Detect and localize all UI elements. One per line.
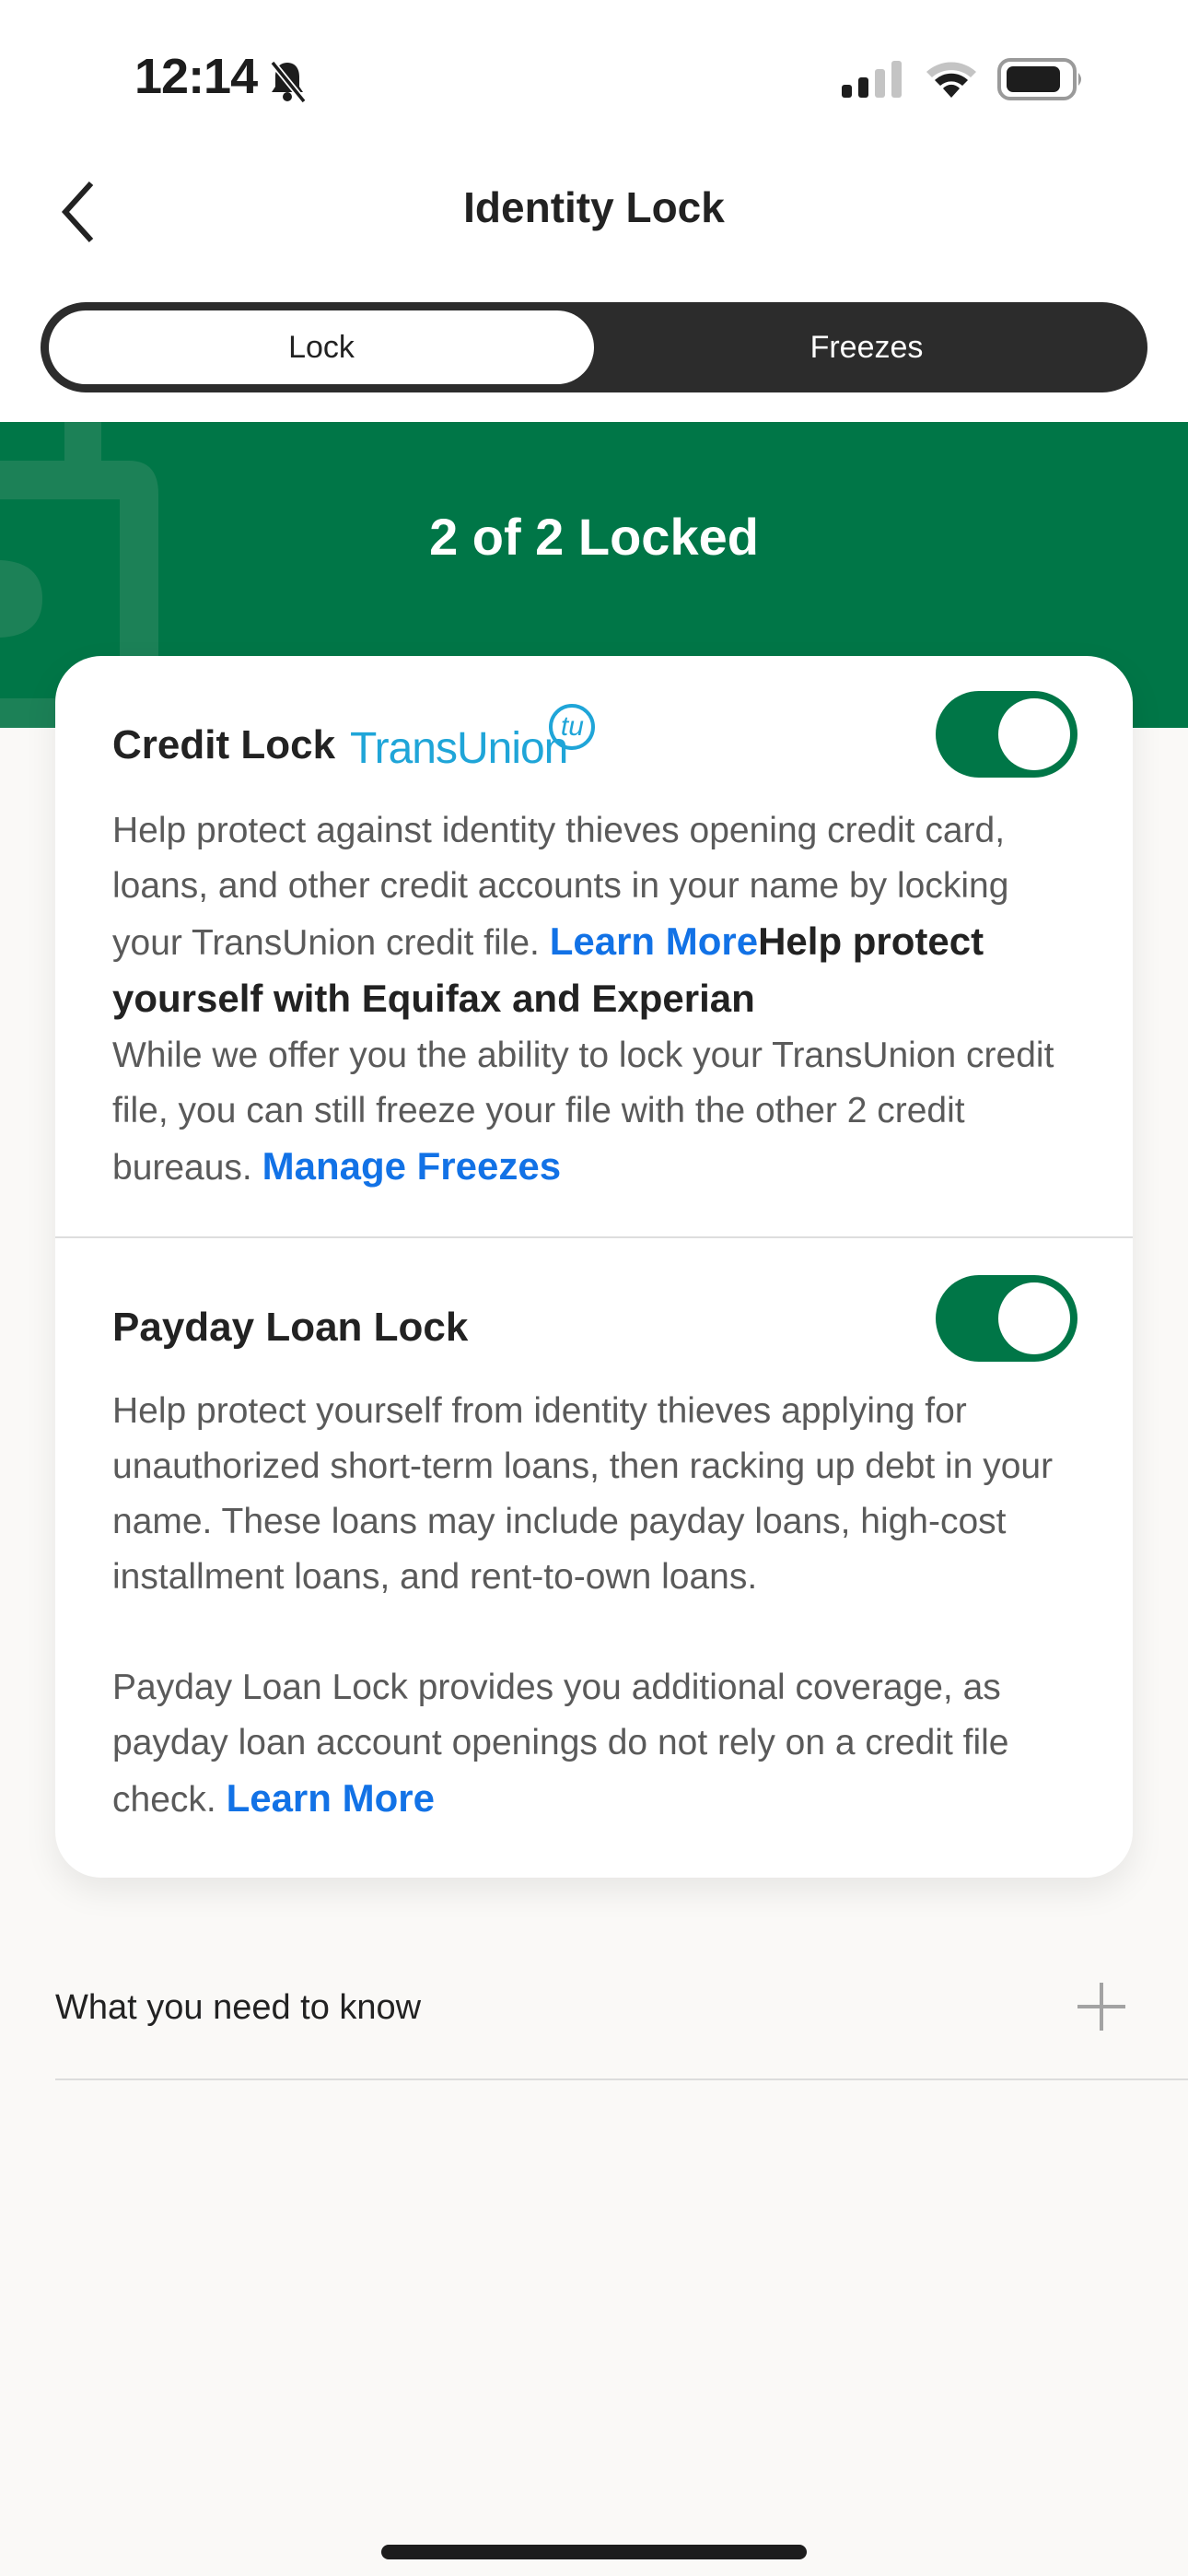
credit-lock-header: Credit Lock TransUnion tu — [112, 704, 596, 787]
navigation-bar: Identity Lock — [0, 157, 1188, 267]
what-you-need-to-know-accordion[interactable]: What you need to know — [55, 1944, 1188, 2080]
battery-icon — [997, 58, 1081, 100]
manage-freezes-link[interactable]: Manage Freezes — [262, 1144, 561, 1188]
payday-lock-title: Payday Loan Lock — [112, 1305, 469, 1350]
credit-lock-text-2: While we offer you the ability to lock y… — [112, 1036, 1054, 1188]
credit-lock-toggle[interactable] — [936, 691, 1077, 778]
home-indicator[interactable] — [381, 2545, 807, 2559]
tab-freezes[interactable]: Freezes — [594, 310, 1139, 384]
page-title: Identity Lock — [463, 183, 725, 231]
payday-learn-more-link[interactable]: Learn More — [227, 1776, 435, 1820]
plus-icon[interactable] — [1076, 1981, 1127, 2032]
payday-lock-text-1: Help protect yourself from identity thie… — [112, 1391, 1054, 1597]
payday-lock-toggle[interactable] — [936, 1275, 1077, 1362]
wifi-icon — [926, 62, 976, 98]
transunion-badge-icon: tu — [549, 704, 596, 750]
transunion-logo: TransUnion tu — [350, 704, 596, 787]
status-time: 12:14 — [134, 49, 258, 104]
payday-lock-description: Help protect yourself from identity thie… — [112, 1384, 1076, 1828]
credit-lock-section: Credit Lock TransUnion tu Help protect a… — [55, 656, 1133, 1236]
credit-lock-title: Credit Lock — [112, 722, 336, 767]
payday-loan-lock-section: Payday Loan Lock Help protect yourself f… — [55, 1236, 1133, 1878]
status-bar: 12:14 — [0, 0, 1188, 157]
credit-lock-description: Help protect against identity thieves op… — [112, 803, 1076, 1196]
payday-lock-header: Payday Loan Lock — [112, 1286, 468, 1369]
bell-slash-icon — [270, 60, 307, 103]
banner-title: 2 of 2 Locked — [429, 508, 759, 566]
tab-lock[interactable]: Lock — [49, 310, 594, 384]
cellular-signal-icon — [842, 61, 902, 98]
transunion-wordmark: TransUnion — [350, 724, 568, 773]
toggle-knob — [998, 1282, 1070, 1354]
locks-card: Credit Lock TransUnion tu Help protect a… — [55, 656, 1133, 1878]
credit-lock-learn-more-link[interactable]: Learn More — [550, 919, 758, 963]
toggle-knob — [998, 698, 1070, 770]
segmented-control: Lock Freezes — [41, 302, 1147, 392]
accordion-label: What you need to know — [55, 1988, 422, 2027]
